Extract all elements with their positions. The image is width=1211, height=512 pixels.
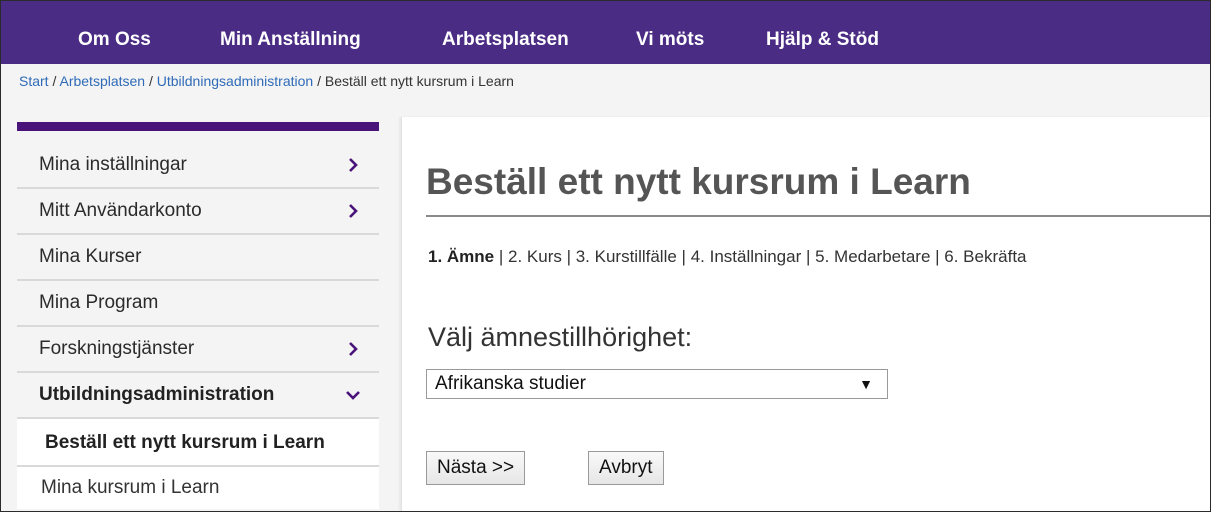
sidebar: Mina inställningar Mitt Användarkonto Mi… [17, 122, 379, 511]
nav-om-oss[interactable]: Om Oss [78, 29, 151, 51]
sidebar-item-label: Utbildningsadministration [39, 384, 275, 405]
sidebar-item-forskningstjanster[interactable]: Forskningstjänster [17, 327, 379, 373]
page-title: Beställ ett nytt kursrum i Learn [426, 161, 971, 202]
sidebar-item-mitt-anvandarkonto[interactable]: Mitt Användarkonto [17, 189, 379, 235]
nav-vi-mots[interactable]: Vi möts [636, 29, 704, 51]
main-content: Beställ ett nytt kursrum i Learn 1. Ämne… [401, 117, 1210, 511]
subject-select-value: Afrikanska studier [435, 373, 587, 394]
sidebar-item-label: Forskningstjänster [39, 338, 195, 359]
sidebar-item-mina-installningar[interactable]: Mina inställningar [17, 143, 379, 189]
sidebar-item-label: Mina Program [39, 292, 159, 313]
breadcrumb-current: Beställ ett nytt kursrum i Learn [324, 73, 514, 89]
breadcrumb: Start / Arbetsplatsen / Utbildningsadmin… [19, 73, 514, 89]
nav-min-anstallning[interactable]: Min Anställning [220, 29, 361, 51]
step-medarbetare: | 5. Medarbetare [801, 247, 931, 266]
breadcrumb-utbildningsadministration[interactable]: Utbildningsadministration [157, 73, 313, 89]
step-current: 1. Ämne [428, 247, 495, 266]
chevron-right-icon [349, 342, 358, 356]
step-kurs: | 2. Kurs [494, 247, 562, 266]
title-divider [426, 215, 1210, 217]
dropdown-arrow-icon: ▼ [859, 376, 873, 392]
breadcrumb-separator: / [52, 73, 57, 89]
sidebar-menu: Mina inställningar Mitt Användarkonto Mi… [17, 143, 379, 509]
sidebar-item-label: Mina inställningar [39, 154, 187, 175]
breadcrumb-separator: / [317, 73, 321, 89]
breadcrumb-start[interactable]: Start [19, 73, 49, 89]
sidebar-item-label: Mitt Användarkonto [39, 200, 202, 221]
browser-frame: Om Oss Min Anställning Arbetsplatsen Vi … [0, 0, 1211, 512]
top-navigation: Om Oss Min Anställning Arbetsplatsen Vi … [1, 1, 1210, 64]
sidebar-item-mina-kurser[interactable]: Mina Kurser [17, 235, 379, 281]
cancel-button[interactable]: Avbryt [588, 451, 664, 485]
sidebar-item-label: Mina Kurser [39, 246, 142, 267]
next-button[interactable]: Nästa >> [426, 451, 526, 485]
step-bekrafta: | 6. Bekräfta [930, 247, 1027, 266]
chevron-down-icon [346, 391, 360, 400]
nav-hjalp-stod[interactable]: Hjälp & Stöd [766, 29, 879, 51]
sidebar-accent-bar [17, 122, 379, 131]
step-installningar: | 4. Inställningar [676, 247, 802, 266]
sidebar-subitem-bestall-kursrum[interactable]: Beställ ett nytt kursrum i Learn [17, 419, 379, 467]
step-kurstillfalle: | 3. Kurstillfälle [561, 247, 677, 266]
sidebar-item-mina-program[interactable]: Mina Program [17, 281, 379, 327]
nav-arbetsplatsen[interactable]: Arbetsplatsen [442, 29, 569, 51]
chevron-right-icon [349, 204, 358, 218]
wizard-steps: 1. Ämne | 2. Kurs | 3. Kurstillfälle | 4… [428, 247, 1027, 267]
sidebar-subitem-mina-kursrum[interactable]: Mina kursrum i Learn [17, 467, 379, 509]
sidebar-item-utbildningsadministration[interactable]: Utbildningsadministration [17, 373, 379, 419]
chevron-right-icon [349, 158, 358, 172]
subject-select[interactable]: Afrikanska studier ▼ [426, 369, 888, 399]
breadcrumb-arbetsplatsen[interactable]: Arbetsplatsen [59, 73, 145, 89]
subject-select-label: Välj ämnestillhörighet: [428, 322, 693, 352]
breadcrumb-separator: / [148, 73, 153, 89]
